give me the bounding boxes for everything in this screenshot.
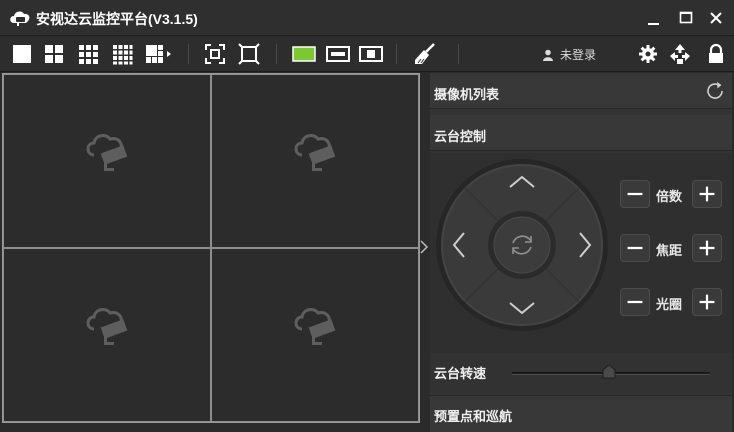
zoom-plus-button[interactable] [692,180,722,208]
iris-control: 光圈 [620,288,724,316]
toolbar-divider [458,44,459,64]
preset-header[interactable]: 预置点和巡航 [430,395,732,432]
aspect-wide-icon [326,46,350,62]
minimize-icon[interactable] [642,6,666,30]
user-status[interactable]: 未登录 [542,46,596,63]
layout-2x2-button[interactable] [42,42,68,66]
video-cell[interactable] [211,248,419,422]
video-cell[interactable] [3,74,211,248]
layout-3x3-icon [79,45,98,64]
video-cell[interactable] [3,248,211,422]
fit-screen-button[interactable] [203,42,229,66]
login-status-label: 未登录 [560,48,597,62]
right-panel: 摄像机列表 云台控制 倍数 焦距 光圈 云台转速 预置点和巡航 [430,73,732,432]
toolbar-divider [188,44,189,64]
camera-list-header[interactable]: 摄像机列表 [430,73,732,109]
iris-minus-button[interactable] [620,288,650,316]
broom-icon [415,43,435,64]
aspect-fill-icon [292,46,316,62]
cloud-camera-icon [86,134,128,171]
iris-label: 光圈 [656,297,683,312]
slider-thumb[interactable] [601,364,617,380]
cloud-camera-icon [10,11,30,26]
cloud-camera-icon [294,308,336,345]
iris-plus-button[interactable] [692,288,722,316]
cloud-camera-icon [86,308,128,345]
ptz-joystick[interactable] [434,157,610,333]
network-button[interactable] [668,42,694,66]
focus-label: 焦距 [656,243,683,258]
ptz-speed-row: 云台转速 [430,355,732,391]
lock-icon [709,43,723,63]
aspect-original-icon [359,46,383,62]
layout-more-icon [146,45,171,63]
cloud-camera-icon [294,134,336,171]
zoom-control: 倍数 [620,180,724,208]
toolbar: 未登录 [0,36,734,72]
focus-plus-button[interactable] [692,234,722,262]
zoom-minus-button[interactable] [620,180,650,208]
video-grid [2,73,420,423]
layout-4x4-icon [113,45,133,65]
refresh-icon[interactable] [704,80,726,102]
lock-button[interactable] [704,42,730,66]
camera-list-title: 摄像机列表 [434,87,500,102]
ptz-speed-label: 云台转速 [434,366,487,381]
fullscreen-button[interactable] [237,42,263,66]
network-icon [670,44,690,64]
layout-1x1-icon [13,45,31,63]
toolbar-divider [396,44,397,64]
fullscreen-icon [238,43,260,65]
aspect-wide-button[interactable] [325,42,351,66]
ptz-header[interactable]: 云台控制 [430,115,732,151]
settings-button[interactable] [636,42,662,66]
settings-icon [639,45,657,63]
focus-minus-button[interactable] [620,234,650,262]
video-cell[interactable] [211,74,419,248]
layout-4x4-button[interactable] [110,42,136,66]
preset-title: 预置点和巡航 [434,409,513,424]
layout-1x1-button[interactable] [10,42,36,66]
user-icon [543,49,553,61]
aspect-original-button[interactable] [358,42,384,66]
zoom-label: 倍数 [656,189,683,204]
aspect-fill-button[interactable] [291,42,317,66]
ptz-title: 云台控制 [434,129,487,144]
title-bar: 安视达云监控平台(V3.1.5) [0,0,734,36]
app-title: 安视达云监控平台(V3.1.5) [36,11,198,27]
layout-2x2-icon [45,45,63,63]
clean-button[interactable] [412,42,438,66]
fit-screen-icon [205,44,225,64]
layout-3x3-button[interactable] [76,42,102,66]
toolbar-divider [276,44,277,64]
maximize-icon[interactable] [674,6,698,30]
close-icon[interactable] [704,6,728,30]
focus-control: 焦距 [620,234,724,262]
layout-more-button[interactable] [144,42,174,66]
ptz-controls: 倍数 焦距 光圈 [430,153,732,353]
panel-collapse-icon[interactable] [420,240,428,254]
